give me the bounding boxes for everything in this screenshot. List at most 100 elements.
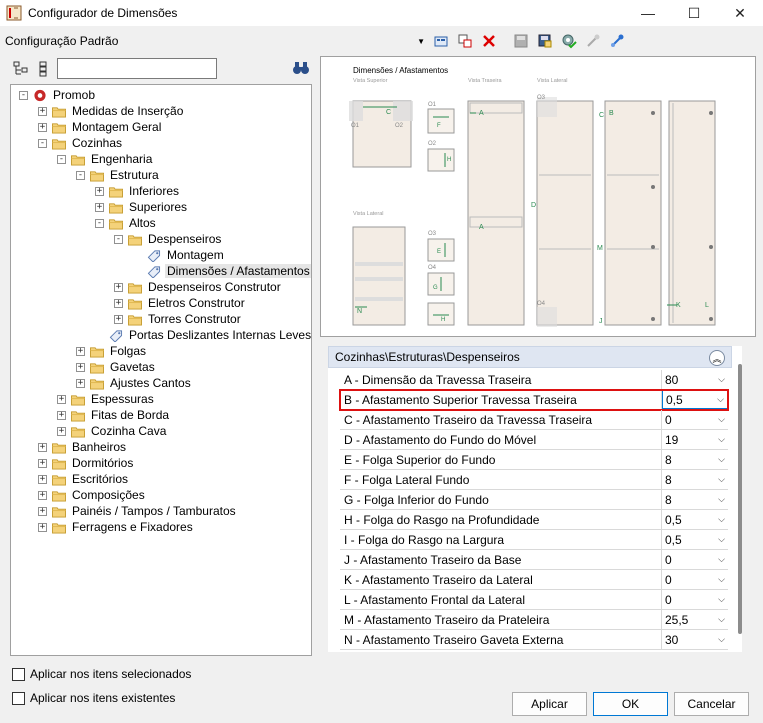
property-value-dropdown[interactable]: 8 ⌵ <box>662 450 728 469</box>
save-button[interactable] <box>510 30 532 52</box>
expand-tree-button[interactable] <box>12 60 30 78</box>
chevron-down-icon[interactable]: ⌵ <box>718 534 725 545</box>
property-value-dropdown[interactable]: 0,5 ⌵ <box>662 390 728 409</box>
chevron-down-icon[interactable]: ⌵ <box>718 494 725 505</box>
export-button[interactable] <box>606 30 628 52</box>
chevron-down-icon[interactable]: ⌵ <box>718 554 725 565</box>
apply-button[interactable]: Aplicar <box>512 692 587 716</box>
config-dropdown[interactable]: Configuração Padrão ▼ <box>2 31 428 51</box>
tree-item[interactable]: + Escritórios <box>38 471 130 487</box>
tree-item[interactable]: - Despenseiros <box>114 231 223 247</box>
tree-item[interactable]: - Estrutura <box>76 167 161 183</box>
tree-item[interactable]: - Altos <box>95 215 158 231</box>
save-as-button[interactable] <box>534 30 556 52</box>
property-row[interactable]: F - Folga Lateral Fundo 8 ⌵ <box>340 470 728 490</box>
property-row[interactable]: H - Folga do Rasgo na Profundidade 0,5 ⌵ <box>340 510 728 530</box>
validate-button[interactable] <box>558 30 580 52</box>
expand-toggle-icon[interactable]: + <box>38 106 47 116</box>
property-row[interactable]: J - Afastamento Traseiro da Base 0 ⌵ <box>340 550 728 570</box>
property-value-dropdown[interactable]: 0,5 ⌵ <box>662 530 728 549</box>
collapse-tree-button[interactable] <box>34 60 52 78</box>
tree-item[interactable]: Dimensões / Afastamentos <box>133 263 311 279</box>
property-row[interactable]: K - Afastamento Traseiro da Lateral 0 ⌵ <box>340 570 728 590</box>
tree-item[interactable]: + Ferragens e Fixadores <box>38 519 195 535</box>
chevron-down-icon[interactable]: ⌵ <box>718 474 725 485</box>
property-row[interactable]: D - Afastamento do Fundo do Móvel 19 ⌵ <box>340 430 728 450</box>
property-value-dropdown[interactable]: 25,5 ⌵ <box>662 610 728 629</box>
chevron-down-icon[interactable]: ⌵ <box>718 594 725 605</box>
chevron-down-icon[interactable]: ⌵ <box>718 574 725 585</box>
minimize-button[interactable]: — <box>625 0 671 26</box>
tree-item[interactable]: + Espessuras <box>57 391 156 407</box>
property-value-dropdown[interactable]: 0 ⌵ <box>662 550 728 569</box>
tree-item[interactable]: + Ajustes Cantos <box>76 375 193 391</box>
cancel-button[interactable]: Cancelar <box>674 692 749 716</box>
property-row[interactable]: A - Dimensão da Travessa Traseira 80 ⌵ <box>340 370 728 390</box>
tree-item[interactable]: + Cozinha Cava <box>57 423 168 439</box>
tree-item[interactable]: + Torres Construtor <box>114 311 243 327</box>
chevron-down-icon[interactable]: ⌵ <box>718 434 725 445</box>
chevron-down-icon[interactable]: ⌵ <box>718 414 725 425</box>
property-value-dropdown[interactable]: 30 ⌵ <box>662 630 728 649</box>
chevron-down-icon[interactable]: ⌵ <box>717 394 724 405</box>
edit-config-button[interactable] <box>430 30 452 52</box>
checkbox-box[interactable] <box>12 691 25 705</box>
tree-item[interactable]: + Despenseiros Construtor <box>114 279 283 295</box>
chevron-down-icon[interactable]: ⌵ <box>718 454 725 465</box>
close-button[interactable]: ✕ <box>717 0 763 26</box>
tree-item[interactable]: + Dormitórios <box>38 455 135 471</box>
property-value-dropdown[interactable]: 80 ⌵ <box>662 370 728 389</box>
tree-item[interactable]: - Promob <box>19 87 97 103</box>
chevron-down-icon[interactable]: ⌵ <box>718 634 725 645</box>
collapse-toggle-icon[interactable]: - <box>76 170 85 180</box>
apply-existing-checkbox[interactable]: Aplicar nos itens existentes <box>12 691 175 705</box>
tree-item[interactable]: - Engenharia <box>57 151 154 167</box>
expand-toggle-icon[interactable]: + <box>38 490 47 500</box>
expand-toggle-icon[interactable]: + <box>76 362 85 372</box>
tree-item[interactable]: + Superiores <box>95 199 189 215</box>
import-button[interactable] <box>582 30 604 52</box>
ok-button[interactable]: OK <box>593 692 668 716</box>
tree-item[interactable]: + Fitas de Borda <box>57 407 171 423</box>
tree-item[interactable]: + Gavetas <box>76 359 157 375</box>
expand-toggle-icon[interactable]: + <box>76 378 85 388</box>
tree-item[interactable]: + Eletros Construtor <box>114 295 247 311</box>
property-row[interactable]: N - Afastamento Traseiro Gaveta Externa 3… <box>340 630 728 650</box>
expand-toggle-icon[interactable]: + <box>38 522 47 532</box>
expand-toggle-icon[interactable]: + <box>38 474 47 484</box>
chevron-down-icon[interactable]: ⌵ <box>718 614 725 625</box>
property-value-dropdown[interactable]: 0 ⌵ <box>662 590 728 609</box>
expand-toggle-icon[interactable]: + <box>38 458 47 468</box>
collapse-toggle-icon[interactable]: - <box>19 90 28 100</box>
collapse-toggle-icon[interactable]: - <box>95 218 104 228</box>
property-row[interactable]: L - Afastamento Frontal da Lateral 0 ⌵ <box>340 590 728 610</box>
tree-item[interactable]: + Montagem Geral <box>38 119 163 135</box>
grid-category-header[interactable]: Cozinhas\Estruturas\Despenseiros ︽ <box>328 346 732 368</box>
property-value-dropdown[interactable]: 8 ⌵ <box>662 470 728 489</box>
collapse-toggle-icon[interactable]: - <box>114 234 123 244</box>
property-value-dropdown[interactable]: 0 ⌵ <box>662 570 728 589</box>
expand-toggle-icon[interactable]: + <box>95 202 104 212</box>
collapse-toggle-icon[interactable]: - <box>57 154 66 164</box>
checkbox-box[interactable] <box>12 667 25 681</box>
property-row[interactable]: C - Afastamento Traseiro da Travessa Tra… <box>340 410 728 430</box>
chevron-down-icon[interactable]: ⌵ <box>718 514 725 525</box>
expand-toggle-icon[interactable]: + <box>38 122 47 132</box>
property-row[interactable]: E - Folga Superior do Fundo 8 ⌵ <box>340 450 728 470</box>
property-value-dropdown[interactable]: 0 ⌵ <box>662 410 728 429</box>
tree-item[interactable]: Montagem <box>133 247 226 263</box>
expand-toggle-icon[interactable]: + <box>114 282 123 292</box>
grid-scrollbar[interactable] <box>738 364 742 634</box>
category-tree[interactable]: - Promob + Medidas de Inserção + Montagem Ger… <box>10 84 312 656</box>
expand-toggle-icon[interactable]: + <box>38 442 47 452</box>
tree-item[interactable]: + Painéis / Tampos / Tamburatos <box>38 503 238 519</box>
expand-toggle-icon[interactable]: + <box>57 410 66 420</box>
tree-item[interactable]: Portas Deslizantes Internas Leves <box>95 327 311 343</box>
tree-item[interactable]: + Banheiros <box>38 439 128 455</box>
property-row[interactable]: I - Folga do Rasgo na Largura 0,5 ⌵ <box>340 530 728 550</box>
expand-toggle-icon[interactable]: + <box>76 346 85 356</box>
property-value-dropdown[interactable]: 19 ⌵ <box>662 430 728 449</box>
expand-toggle-icon[interactable]: + <box>114 314 123 324</box>
tree-search-input[interactable] <box>57 58 217 79</box>
collapse-up-icon[interactable]: ︽ <box>709 350 725 366</box>
